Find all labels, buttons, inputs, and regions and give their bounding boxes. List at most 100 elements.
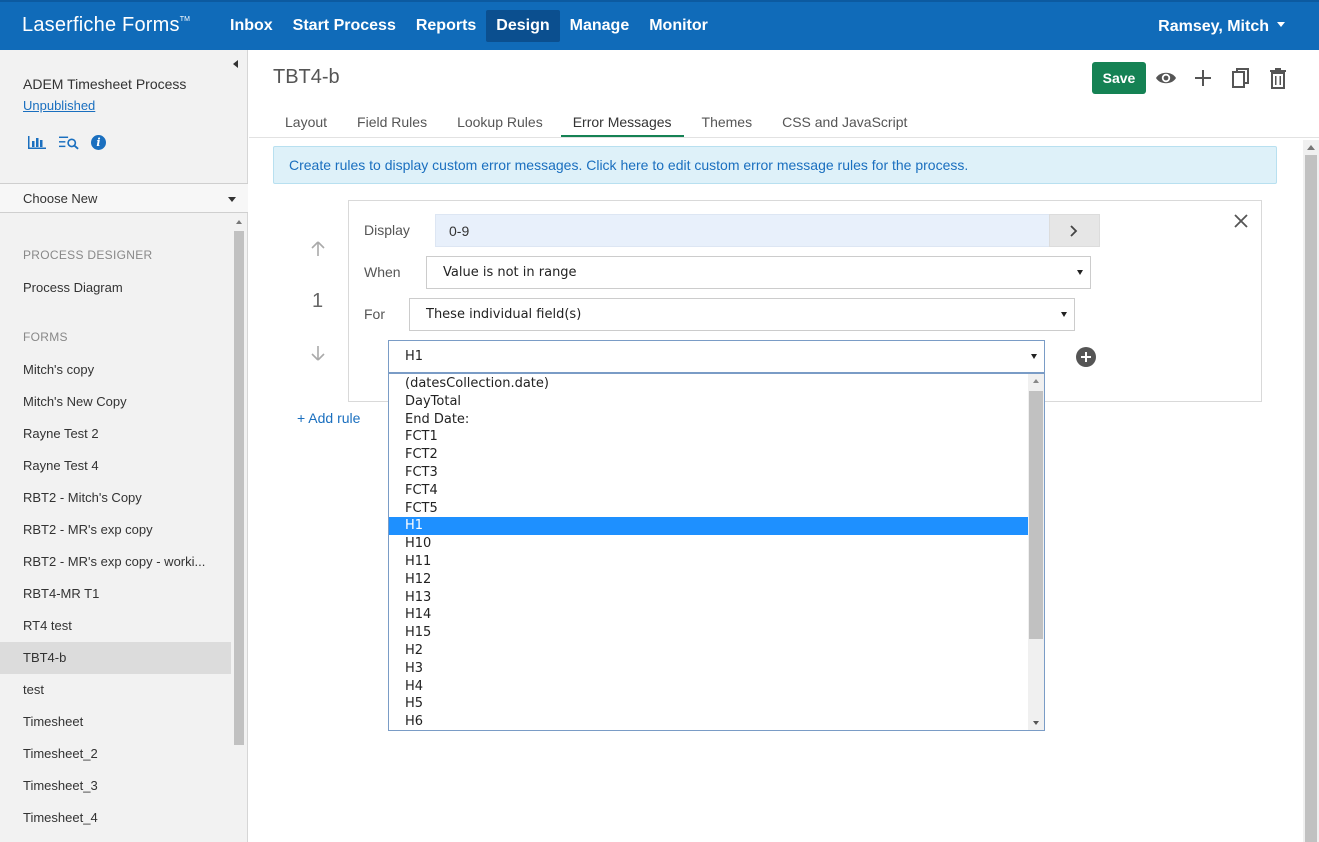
bar-chart-icon[interactable]	[27, 134, 47, 150]
dropdown-option[interactable]: H11	[389, 553, 1028, 571]
scroll-down-icon[interactable]	[1033, 721, 1039, 725]
sidebar-form-item[interactable]: RBT2 - MR's exp copy - worki...	[0, 546, 231, 578]
add-icon[interactable]	[1192, 67, 1214, 89]
process-title: ADEM Timesheet Process	[23, 76, 187, 92]
field-dropdown-list[interactable]: H6 H5 H4 H3 H2 H15 H14 H13 H12 H11 H10 H1 FCT5 FCT4 FC…	[388, 373, 1045, 731]
section-forms: FORMS	[23, 330, 68, 344]
error-rule-card: Display 0-9 When Value is not in range F…	[348, 200, 1262, 402]
sidebar-form-item[interactable]: RBT2 - MR's exp copy	[0, 514, 231, 546]
rule-number: 1	[312, 290, 324, 312]
nav-item-inbox[interactable]: Inbox	[220, 10, 283, 42]
sidebar-form-item[interactable]: Timesheet_2	[0, 738, 231, 770]
dropdown-option[interactable]: (datesCollection.date)	[389, 375, 1028, 393]
dropdown-option[interactable]: H14	[389, 606, 1028, 624]
dropdown-option[interactable]: FCT4	[389, 482, 1028, 500]
scroll-up-icon[interactable]	[1033, 379, 1039, 383]
user-menu[interactable]: Ramsey, Mitch	[1158, 18, 1285, 36]
sidebar-form-item[interactable]: RBT4-MR T1	[0, 578, 231, 610]
sidebar-form-item[interactable]: TBT4-b	[0, 642, 231, 674]
sidebar-form-item[interactable]: RT4 test	[0, 610, 231, 642]
nav-item-reports[interactable]: Reports	[406, 10, 486, 42]
copy-icon[interactable]	[1230, 67, 1252, 89]
info-banner[interactable]: Create rules to display custom error mes…	[273, 146, 1277, 184]
dropdown-option[interactable]: H3	[389, 660, 1028, 678]
dropdown-option[interactable]: H15	[389, 624, 1028, 642]
dropdown-option[interactable]: H2	[389, 642, 1028, 660]
info-icon[interactable]: i	[91, 134, 106, 150]
brand-logo[interactable]: Laserfiche FormsTM	[22, 14, 190, 37]
add-rule-link[interactable]: + Add rule	[297, 410, 360, 426]
when-select[interactable]: Value is not in range	[426, 256, 1091, 289]
tab-error-messages[interactable]: Error Messages	[560, 108, 684, 138]
sidebar-list: PROCESS DESIGNER FORMS Process Diagram Mi…	[0, 214, 231, 842]
collapse-sidebar-icon[interactable]	[233, 60, 238, 68]
choose-new-dropdown[interactable]: Choose New	[0, 183, 248, 213]
dropdown-option[interactable]: H13	[389, 589, 1028, 607]
for-select[interactable]: These individual field(s)	[409, 298, 1075, 331]
tab-field-rules[interactable]: Field Rules	[345, 108, 439, 138]
main-scrollbar[interactable]	[1303, 140, 1319, 842]
dropdown-option[interactable]: DayTotal	[389, 393, 1028, 411]
chevron-right-icon	[1070, 225, 1078, 237]
display-expand-button[interactable]	[1049, 214, 1100, 247]
scroll-up-icon[interactable]	[236, 220, 242, 224]
tab-themes[interactable]: Themes	[690, 108, 765, 138]
arrow-up-icon[interactable]	[310, 241, 326, 257]
caret-down-icon	[1277, 22, 1285, 28]
dropdown-option[interactable]: FCT3	[389, 464, 1028, 482]
sidebar-form-item[interactable]: test	[0, 674, 231, 706]
trash-icon[interactable]	[1267, 67, 1289, 89]
sidebar-scrollbar[interactable]	[233, 216, 245, 842]
dropdown-option[interactable]: FCT5	[389, 500, 1028, 518]
dropdown-scrollbar[interactable]	[1028, 374, 1044, 730]
for-label: For	[364, 306, 385, 322]
page-title: TBT4-b	[273, 66, 340, 88]
dropdown-option[interactable]: FCT2	[389, 446, 1028, 464]
add-field-icon[interactable]	[1076, 347, 1096, 367]
sidebar-item-process-diagram[interactable]: Process Diagram	[0, 272, 231, 304]
sidebar-form-item[interactable]: Mitch's copy	[0, 354, 231, 386]
tab-lookup-rules[interactable]: Lookup Rules	[445, 108, 555, 138]
arrow-down-icon[interactable]	[310, 345, 326, 361]
save-button[interactable]: Save	[1092, 62, 1146, 94]
tab-css-and-javascript[interactable]: CSS and JavaScript	[770, 108, 919, 138]
nav-item-monitor[interactable]: Monitor	[639, 10, 718, 42]
sidebar-form-item[interactable]: RBT2 - Mitch's Copy	[0, 482, 231, 514]
close-icon[interactable]	[1233, 213, 1249, 229]
dropdown-option[interactable]: End Date:	[389, 411, 1028, 429]
sidebar: ADEM Timesheet Process Unpublished i Cho…	[0, 50, 248, 842]
dropdown-option[interactable]: FCT1	[389, 428, 1028, 446]
when-label: When	[364, 264, 401, 280]
sidebar-form-item[interactable]: Timesheet	[0, 706, 231, 738]
scroll-up-icon[interactable]	[1307, 145, 1315, 150]
dropdown-option[interactable]: H10	[389, 535, 1028, 553]
dropdown-option[interactable]: H1	[389, 517, 1028, 536]
preview-eye-icon[interactable]	[1155, 67, 1177, 89]
dropdown-option[interactable]: H12	[389, 571, 1028, 589]
scrollbar-thumb[interactable]	[234, 231, 244, 745]
sidebar-form-item[interactable]: Rayne Test 4	[0, 450, 231, 482]
process-toolbar: i	[27, 134, 106, 150]
scrollbar-thumb[interactable]	[1029, 391, 1043, 639]
sidebar-form-item[interactable]: Mitch's New Copy	[0, 386, 231, 418]
dropdown-option[interactable]: H6	[389, 713, 1028, 730]
nav-item-manage[interactable]: Manage	[560, 10, 640, 42]
field-select[interactable]: H1	[388, 340, 1045, 373]
search-list-icon[interactable]	[59, 134, 79, 150]
tabs-divider	[249, 137, 1319, 138]
sidebar-form-item[interactable]: Rayne Test 2	[0, 418, 231, 450]
dropdown-option[interactable]: H4	[389, 678, 1028, 696]
nav-item-design[interactable]: Design	[486, 10, 560, 42]
top-navbar: Laserfiche FormsTM Inbox Start Process Rep…	[0, 0, 1319, 50]
sidebar-form-item[interactable]: Timesheet_4	[0, 802, 231, 834]
display-message-field[interactable]: 0-9	[435, 214, 1051, 247]
sidebar-form-item[interactable]: Timesheet_3	[0, 770, 231, 802]
nav-item-start-process[interactable]: Start Process	[283, 10, 406, 42]
scrollbar-thumb[interactable]	[1305, 155, 1317, 842]
process-status-link[interactable]: Unpublished	[23, 98, 95, 113]
dropdown-option[interactable]: H5	[389, 695, 1028, 713]
tab-layout[interactable]: Layout	[273, 108, 339, 138]
main-nav: Inbox Start Process Reports Design Manage Mon…	[220, 10, 718, 42]
chevron-down-icon	[228, 197, 236, 202]
info-banner-text[interactable]: Create rules to display custom error mes…	[289, 157, 968, 173]
